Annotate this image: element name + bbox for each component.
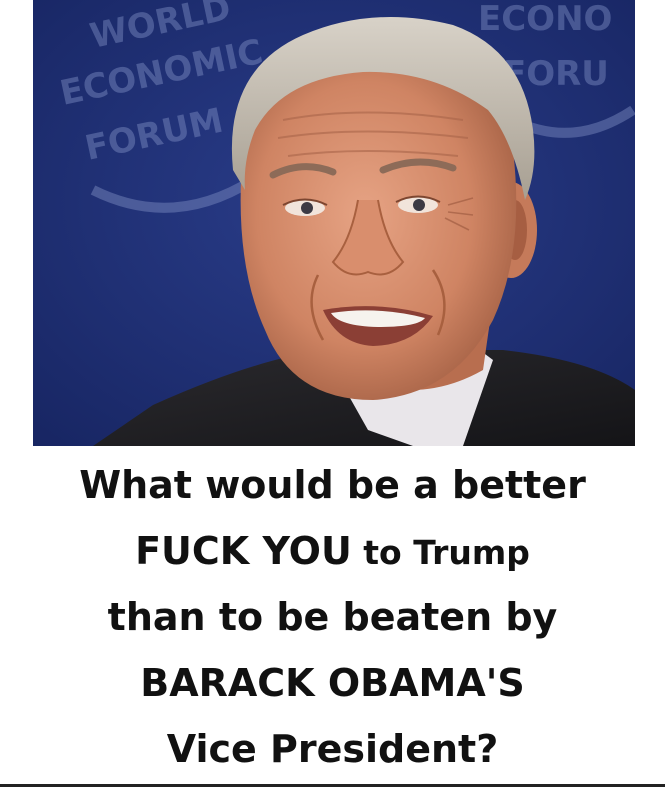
caption-line-2: FUCK YOU to Trump <box>0 518 665 584</box>
caption-line-2-rest: to Trump <box>351 533 530 572</box>
meme-caption: What would be a better FUCK YOU to Trump… <box>0 452 665 782</box>
caption-line-3: than to be beaten by <box>107 595 558 639</box>
caption-emphasis: FUCK YOU <box>135 529 352 573</box>
portrait-photo: WORLD ECONOMIC FORUM ECONO FORU <box>33 0 635 446</box>
portrait-illustration: WORLD ECONOMIC FORUM ECONO FORU <box>33 0 635 446</box>
meme-image: WORLD ECONOMIC FORUM ECONO FORU What wou… <box>0 0 665 787</box>
caption-line-1: What would be a better <box>79 463 586 507</box>
logo-right-line1: ECONO <box>478 0 612 39</box>
caption-line-4: BARACK OBAMA'S <box>140 661 525 705</box>
caption-line-5: Vice President? <box>166 727 499 771</box>
